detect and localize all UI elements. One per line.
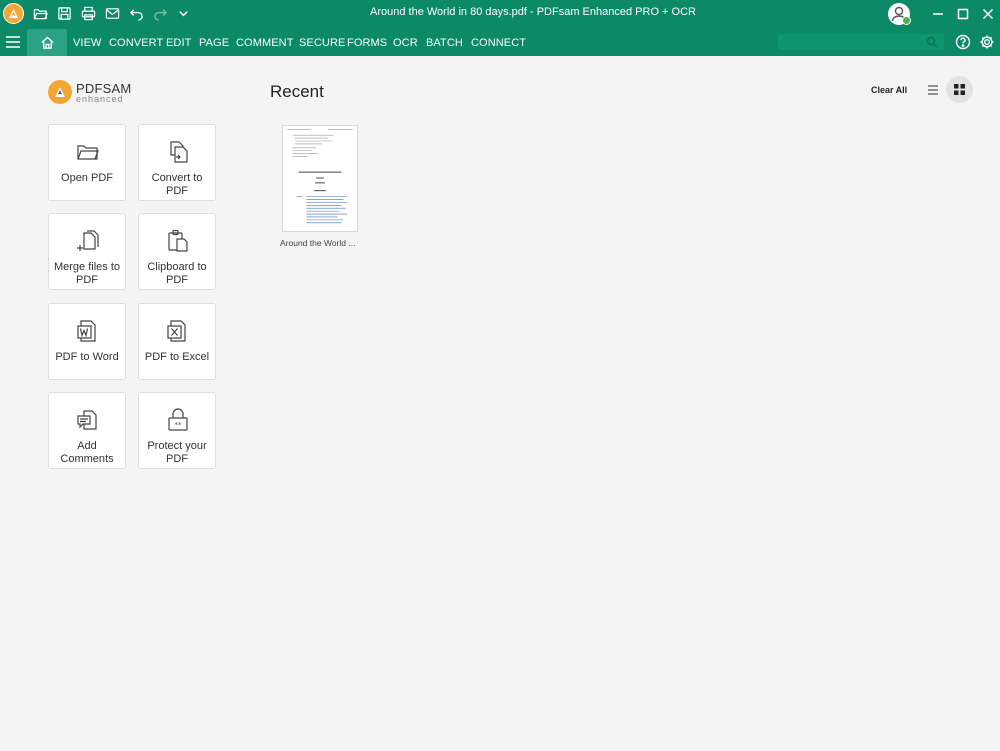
tile-label: Convert to PDF	[151, 172, 203, 197]
grid-view-icon	[954, 84, 965, 95]
minimize-button[interactable]	[926, 0, 950, 27]
open-folder-icon[interactable]	[31, 0, 49, 27]
brand-mark-icon	[48, 80, 72, 104]
menu-connect[interactable]: CONNECT	[471, 37, 526, 49]
home-icon	[40, 36, 54, 49]
title-bar: Around the World in 80 days.pdf - PDFsam…	[0, 0, 1000, 27]
menu-secure[interactable]: SECURE	[299, 37, 345, 49]
search-icon	[926, 36, 938, 48]
menu-comment[interactable]: COMMENT	[236, 37, 294, 49]
list-view-icon[interactable]	[926, 83, 940, 97]
clipboard-icon	[168, 229, 188, 252]
menu-forms[interactable]: FORMS	[347, 37, 387, 49]
tab-home[interactable]	[27, 29, 67, 56]
menu-ocr[interactable]: OCR	[393, 37, 418, 49]
folder-icon	[77, 145, 99, 160]
comment-icon	[77, 410, 97, 430]
hamburger-menu-icon[interactable]	[4, 33, 22, 51]
tile-label: PDF to Excel	[144, 351, 210, 363]
word-icon	[77, 320, 96, 342]
pdf-to-excel-tile[interactable]: PDF to Excel	[138, 303, 216, 380]
tile-label: Protect your PDF	[147, 440, 207, 465]
brand-subtitle: enhanced	[76, 94, 124, 104]
recent-file-label[interactable]: Around the World ...	[280, 238, 362, 248]
excel-icon	[167, 320, 186, 342]
menu-convert[interactable]: CONVERT	[109, 37, 163, 49]
save-icon[interactable]	[55, 0, 73, 27]
settings-gear-icon[interactable]	[979, 34, 995, 50]
app-logo-icon[interactable]	[3, 3, 24, 24]
clear-all-button[interactable]: Clear All	[871, 85, 907, 95]
lock-icon: **	[168, 408, 188, 431]
recent-heading: Recent	[270, 82, 324, 101]
print-icon[interactable]	[79, 0, 97, 27]
search-input[interactable]	[778, 34, 944, 50]
menu-batch[interactable]: BATCH	[426, 37, 463, 49]
window-title: Around the World in 80 days.pdf - PDFsam…	[370, 6, 696, 18]
merge-files-tile[interactable]: Merge files to PDF	[48, 213, 126, 290]
tile-label: Open PDF	[61, 172, 113, 184]
tile-label: Add Comments	[60, 440, 114, 465]
merge-icon	[77, 230, 99, 251]
maximize-icon	[957, 8, 969, 19]
maximize-button[interactable]	[951, 0, 975, 27]
tile-label: Clipboard to PDF	[147, 261, 207, 286]
menu-page[interactable]: PAGE	[199, 37, 229, 49]
pdfsam-brand-logo: PDFSAM enhanced	[48, 80, 138, 106]
recent-file-thumbnail[interactable]	[282, 125, 358, 232]
minimize-icon	[933, 12, 943, 15]
close-button[interactable]	[976, 0, 1000, 27]
convert-icon	[170, 141, 188, 163]
menu-edit[interactable]: EDIT	[166, 37, 191, 49]
grid-view-button[interactable]	[946, 76, 973, 103]
tile-label: Merge files to PDF	[53, 261, 121, 286]
convert-to-pdf-tile[interactable]: Convert to PDF	[138, 124, 216, 201]
undo-icon[interactable]	[127, 0, 145, 27]
document-preview-icon	[286, 129, 354, 224]
protect-pdf-tile[interactable]: ** Protect your PDF	[138, 392, 216, 469]
pdf-to-word-tile[interactable]: PDF to Word	[48, 303, 126, 380]
mail-icon[interactable]	[103, 0, 121, 27]
open-pdf-tile[interactable]: Open PDF	[48, 124, 126, 201]
menu-view[interactable]: VIEW	[73, 37, 102, 49]
user-account-button[interactable]	[888, 3, 911, 25]
help-icon[interactable]	[955, 34, 971, 50]
ribbon-menu-bar: VIEW CONVERT EDIT PAGE COMMENT SECURE FO…	[0, 27, 1000, 56]
svg-text:**: **	[175, 421, 183, 429]
redo-icon[interactable]	[151, 0, 169, 27]
home-panel: PDFSAM enhanced Open PDF Convert to PDF …	[0, 56, 1000, 751]
chevron-down-icon[interactable]	[175, 0, 191, 27]
tile-label: PDF to Word	[55, 351, 119, 363]
clipboard-to-pdf-tile[interactable]: Clipboard to PDF	[138, 213, 216, 290]
online-status-dot	[902, 16, 911, 25]
add-comments-tile[interactable]: Add Comments	[48, 392, 126, 469]
close-icon	[982, 8, 994, 19]
